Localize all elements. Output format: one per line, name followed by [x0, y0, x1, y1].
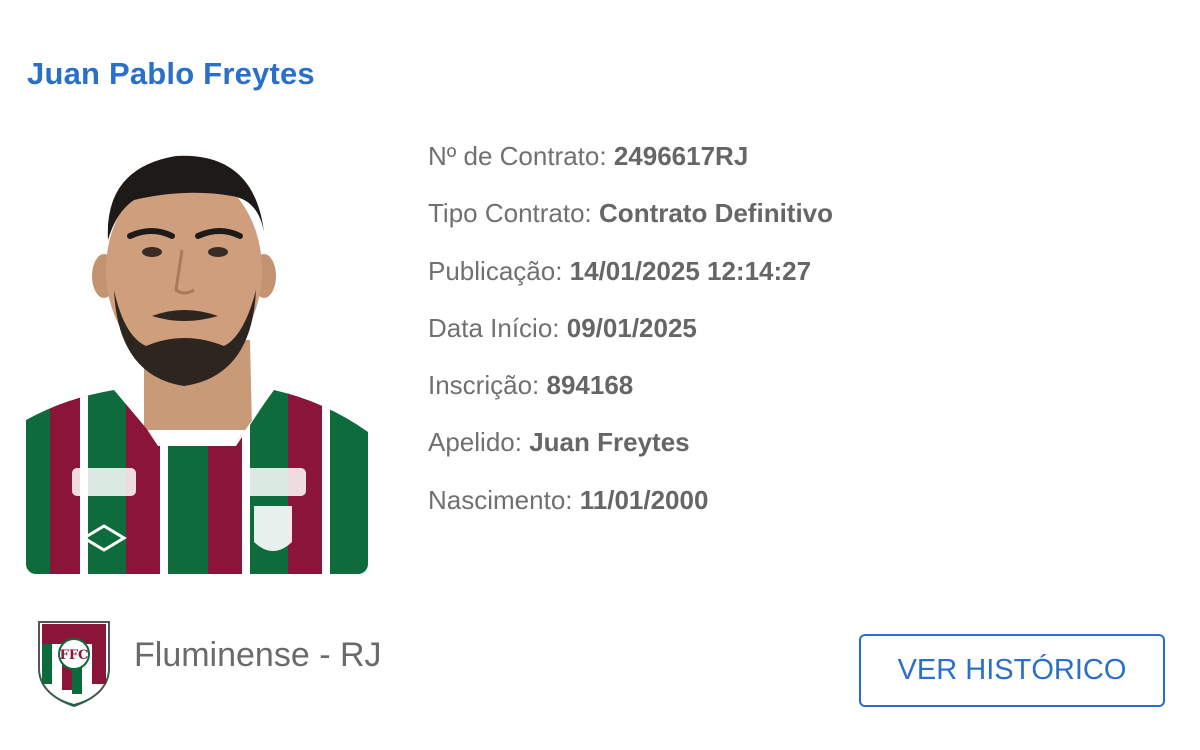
detail-birth-date: Nascimento: 11/01/2000 [428, 481, 833, 538]
detail-label: Publicação: [428, 255, 563, 286]
detail-value: 2496617RJ [613, 141, 749, 171]
detail-publication: Publicação: 14/01/2025 12:14:27 [428, 252, 833, 309]
detail-value: Contrato Definitivo [599, 198, 834, 229]
detail-value: 894168 [546, 370, 634, 401]
detail-label: Inscrição: [428, 370, 540, 401]
detail-nickname: Apelido: Juan Freytes [428, 423, 833, 480]
detail-start-date: Data Início: 09/01/2025 [428, 309, 833, 366]
detail-value: Juan Freytes [529, 427, 690, 458]
detail-label: Nascimento: [428, 484, 573, 515]
contract-details-list: Nº de Contrato: 2496617RJ Tipo Contrato:… [428, 137, 833, 538]
detail-label: Data Início: [428, 312, 560, 343]
detail-registration: Inscrição: 894168 [428, 366, 833, 423]
detail-value: 14/01/2025 12:14:27 [569, 255, 812, 286]
view-history-button[interactable]: VER HISTÓRICO [859, 634, 1165, 707]
detail-contract-type: Tipo Contrato: Contrato Definitivo [428, 194, 833, 251]
player-photo [26, 140, 368, 574]
detail-label: Tipo Contrato: [428, 198, 592, 229]
detail-value: 11/01/2000 [579, 484, 709, 515]
detail-value: 09/01/2025 [566, 312, 697, 343]
detail-label: Apelido: [428, 427, 522, 458]
crest-monogram: FFC [60, 648, 89, 663]
detail-contract-number: Nº de Contrato: 2496617RJ [428, 137, 833, 194]
fluminense-crest-icon: FFC [33, 614, 115, 708]
club-name: Fluminense - RJ [134, 636, 382, 674]
player-name: Juan Pablo Freytes [27, 56, 315, 91]
detail-label: Nº de Contrato: [428, 141, 607, 171]
